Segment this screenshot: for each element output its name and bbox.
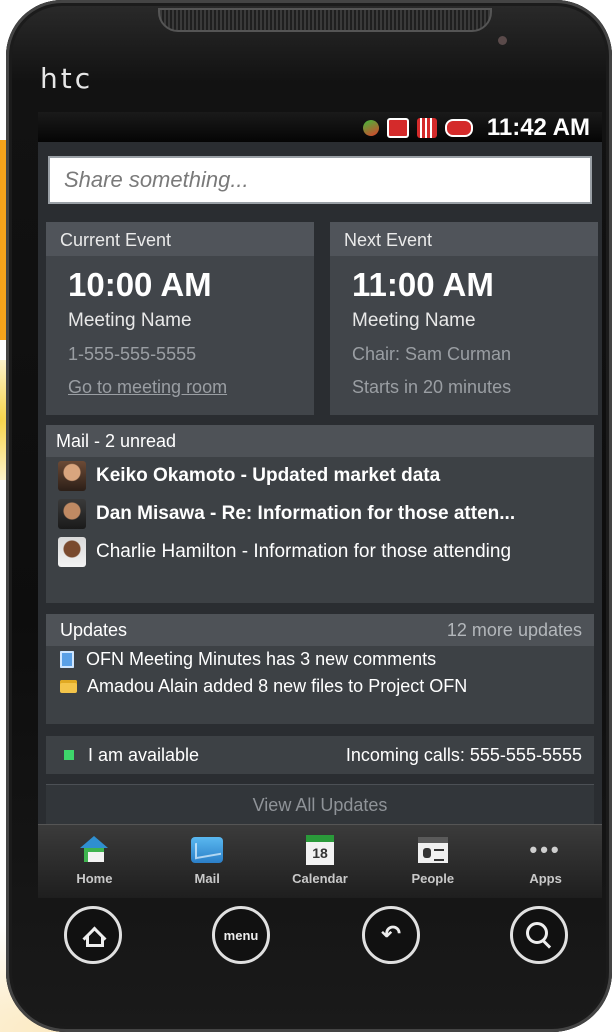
mail-header[interactable]: Mail - 2 unread xyxy=(46,425,594,457)
updates-widget: Updates 12 more updates OFN Meeting Minu… xyxy=(46,614,594,724)
phone-screen: 11:42 AM Share something... Current Even… xyxy=(38,112,602,898)
status-clock: 11:42 AM xyxy=(486,114,590,141)
avatar xyxy=(58,537,86,567)
share-input[interactable]: Share something... xyxy=(48,156,592,204)
updates-title: Updates xyxy=(60,620,128,640)
current-event-header: Current Event xyxy=(46,222,314,256)
current-event-phone[interactable]: 1-555-555-5555 xyxy=(46,344,314,365)
tab-label: Home xyxy=(76,871,113,886)
tab-mail[interactable]: Mail xyxy=(157,825,257,886)
go-to-meeting-room-link[interactable]: Go to meeting room xyxy=(68,377,227,397)
avatar xyxy=(58,461,86,491)
bottom-tab-bar: Home Mail 18 Calendar People ••• Apps xyxy=(38,824,602,898)
mail-item-text: Dan Misawa - Re: Information for those a… xyxy=(96,503,516,524)
next-event-chair: Chair: Sam Curman xyxy=(352,344,512,364)
mail-widget: Mail - 2 unread Keiko Okamoto - Updated … xyxy=(46,425,594,603)
mail-item-text: Keiko Okamoto - Updated market data xyxy=(96,465,441,486)
phone-device: htc 11:42 AM Share something... Current … xyxy=(6,0,612,1032)
hardware-search-button[interactable] xyxy=(510,906,568,964)
home-icon xyxy=(82,926,104,947)
update-item[interactable]: Amadou Alain added 8 new files to Projec… xyxy=(46,673,594,700)
next-event-starts: Starts in 20 minutes xyxy=(352,377,512,397)
mail-item[interactable]: Charlie Hamilton - Information for those… xyxy=(46,533,594,571)
brand-logo: htc xyxy=(40,62,94,95)
view-all-updates-button[interactable]: View All Updates xyxy=(46,784,594,825)
status-bar: 11:42 AM xyxy=(38,112,602,142)
people-icon xyxy=(417,837,448,863)
tab-label: Mail xyxy=(194,871,220,886)
incoming-calls-number[interactable]: Incoming calls: 555-555-5555 xyxy=(346,745,582,766)
tab-home[interactable]: Home xyxy=(44,825,144,886)
signal-icon xyxy=(416,118,437,138)
mail-item-text: Charlie Hamilton - Information for those… xyxy=(96,541,512,562)
next-event-card[interactable]: Next Event 11:00 AM Meeting Name Chair: … xyxy=(330,222,598,415)
search-icon xyxy=(526,922,548,944)
tab-apps[interactable]: ••• Apps xyxy=(496,825,596,887)
mail-item[interactable]: Dan Misawa - Re: Information for those a… xyxy=(46,495,594,533)
next-event-time: 11:00 AM xyxy=(352,266,494,303)
mail-item[interactable]: Keiko Okamoto - Updated market data xyxy=(46,457,594,495)
availability-status[interactable]: I am available xyxy=(88,745,199,766)
more-updates-link[interactable]: 12 more updates xyxy=(447,614,582,646)
battery-icon xyxy=(444,119,473,137)
sync-icon xyxy=(360,117,382,139)
update-item-text: Amadou Alain added 8 new files to Projec… xyxy=(87,676,468,696)
status-dot-icon xyxy=(64,750,74,760)
apps-icon: ••• xyxy=(529,837,562,862)
document-icon xyxy=(60,651,74,668)
hardware-back-button[interactable]: ↶ xyxy=(362,906,420,964)
front-camera xyxy=(498,36,507,45)
current-event-time: 10:00 AM xyxy=(68,266,212,303)
hardware-home-button[interactable] xyxy=(64,906,122,964)
tab-calendar[interactable]: 18 Calendar xyxy=(270,825,370,886)
update-item-text: OFN Meeting Minutes has 3 new comments xyxy=(86,649,437,669)
current-event-card[interactable]: Current Event 10:00 AM Meeting Name 1-55… xyxy=(46,222,314,415)
back-icon: ↶ xyxy=(380,921,402,948)
next-event-name: Meeting Name xyxy=(352,310,476,331)
update-item[interactable]: OFN Meeting Minutes has 3 new comments xyxy=(46,646,594,673)
avatar xyxy=(58,499,86,529)
availability-bar: I am available Incoming calls: 555-555-5… xyxy=(46,736,594,774)
tab-label: Apps xyxy=(529,871,562,886)
folder-icon xyxy=(60,680,77,693)
speaker-grille xyxy=(158,8,492,32)
tab-label: People xyxy=(411,871,455,886)
message-icon xyxy=(386,118,409,138)
mail-icon xyxy=(191,837,224,863)
tab-label: Calendar xyxy=(292,871,348,886)
home-icon xyxy=(79,836,109,864)
tab-people[interactable]: People xyxy=(383,825,483,886)
updates-header: Updates 12 more updates xyxy=(46,614,594,646)
calendar-icon: 18 xyxy=(305,835,334,865)
current-event-name: Meeting Name xyxy=(68,310,192,331)
next-event-header: Next Event xyxy=(330,222,598,256)
hardware-menu-button[interactable]: menu xyxy=(212,906,270,964)
